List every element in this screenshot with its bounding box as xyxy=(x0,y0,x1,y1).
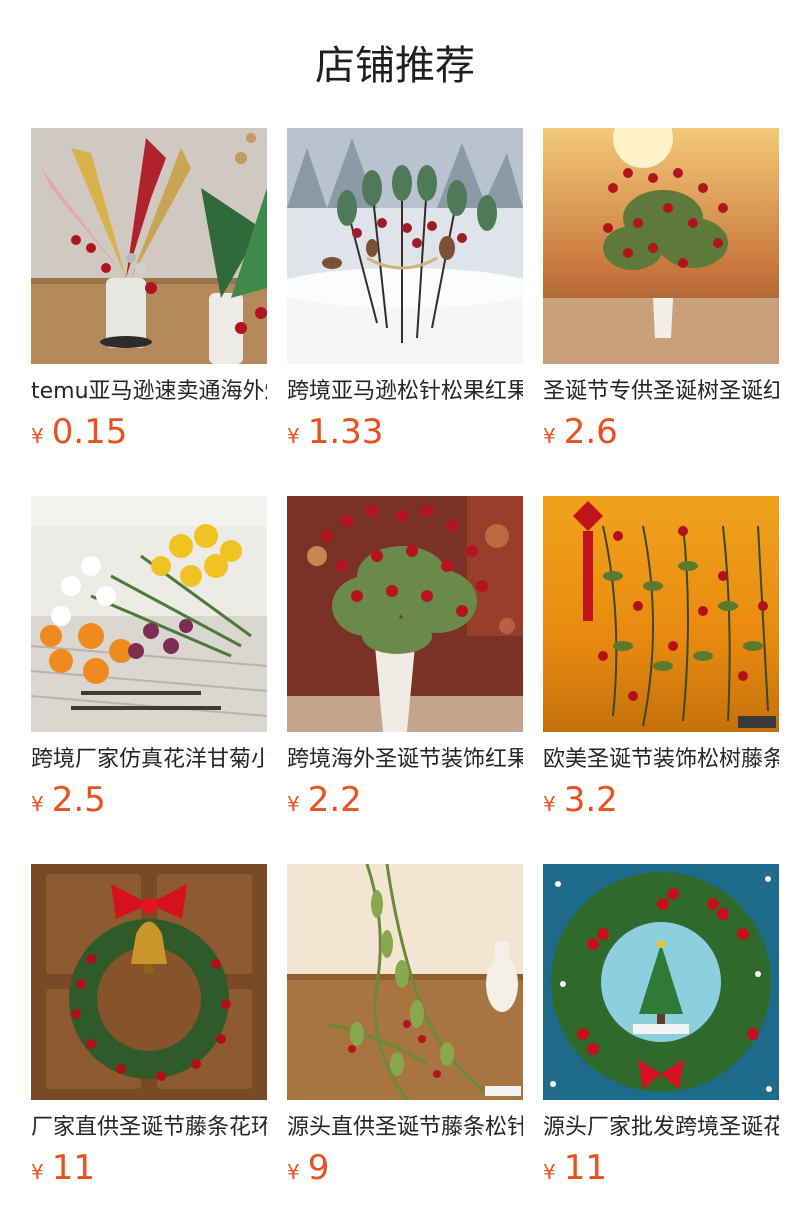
currency-symbol: ¥ xyxy=(543,424,556,448)
product-name[interactable]: 源头厂家批发跨境圣诞花环装饰 xyxy=(543,1113,779,1143)
price-amount: 9 xyxy=(307,1148,330,1188)
price-amount: 3.2 xyxy=(563,780,618,820)
product-image[interactable] xyxy=(31,496,267,732)
product-card[interactable]: 跨境厂家仿真花洋甘菊小雏菊 ¥2.5 xyxy=(31,496,267,864)
product-image[interactable] xyxy=(31,864,267,1100)
product-card[interactable]: 跨境亚马逊松针松果红果圣诞插 ¥1.33 xyxy=(287,128,523,496)
product-price: ¥0.15 xyxy=(31,412,267,452)
product-card[interactable]: 源头直供圣诞节藤条松针挂件 ¥9 xyxy=(287,864,523,1232)
price-amount: 0.15 xyxy=(51,412,128,452)
product-name[interactable]: 源头直供圣诞节藤条松针挂件 xyxy=(287,1113,523,1143)
product-card[interactable]: 欧美圣诞节装饰松树藤条挂件 ¥3.2 xyxy=(543,496,779,864)
product-name[interactable]: 欧美圣诞节装饰松树藤条挂件 xyxy=(543,745,779,775)
product-card[interactable]: 圣诞节专供圣诞树圣诞红果插花 ¥2.6 xyxy=(543,128,779,496)
product-name[interactable]: 厂家直供圣诞节藤条花环铃铛 xyxy=(31,1113,267,1143)
product-price: ¥11 xyxy=(543,1148,779,1188)
product-image[interactable] xyxy=(287,496,523,732)
product-price: ¥3.2 xyxy=(543,780,779,820)
currency-symbol: ¥ xyxy=(31,792,44,816)
currency-symbol: ¥ xyxy=(287,424,300,448)
price-amount: 2.5 xyxy=(51,780,106,820)
product-name[interactable]: 跨境亚马逊松针松果红果圣诞插 xyxy=(287,377,523,407)
price-amount: 2.2 xyxy=(307,780,362,820)
currency-symbol: ¥ xyxy=(543,1160,556,1184)
currency-symbol: ¥ xyxy=(287,792,300,816)
product-image[interactable] xyxy=(543,496,779,732)
product-card[interactable]: temu亚马逊速卖通海外爆款圣诞 ¥0.15 xyxy=(31,128,267,496)
product-name[interactable]: 圣诞节专供圣诞树圣诞红果插花 xyxy=(543,377,779,407)
price-amount: 11 xyxy=(563,1148,607,1188)
product-price: ¥2.2 xyxy=(287,780,523,820)
product-image[interactable] xyxy=(287,128,523,364)
currency-symbol: ¥ xyxy=(31,424,44,448)
product-card[interactable]: 跨境海外圣诞节装饰红果插花 ¥2.2 xyxy=(287,496,523,864)
product-price: ¥11 xyxy=(31,1148,267,1188)
product-price: ¥9 xyxy=(287,1148,523,1188)
product-price: ¥1.33 xyxy=(287,412,523,452)
product-name[interactable]: temu亚马逊速卖通海外爆款圣诞 xyxy=(31,377,267,407)
currency-symbol: ¥ xyxy=(31,1160,44,1184)
price-amount: 2.6 xyxy=(563,412,618,452)
product-grid: temu亚马逊速卖通海外爆款圣诞 ¥0.15 xyxy=(31,128,779,1232)
product-name[interactable]: 跨境海外圣诞节装饰红果插花 xyxy=(287,745,523,775)
product-price: ¥2.5 xyxy=(31,780,267,820)
product-image[interactable] xyxy=(287,864,523,1100)
product-price: ¥2.6 xyxy=(543,412,779,452)
product-image[interactable] xyxy=(543,128,779,364)
product-name[interactable]: 跨境厂家仿真花洋甘菊小雏菊 xyxy=(31,745,267,775)
currency-symbol: ¥ xyxy=(287,1160,300,1184)
product-image[interactable] xyxy=(543,864,779,1100)
price-amount: 11 xyxy=(51,1148,95,1188)
price-amount: 1.33 xyxy=(307,412,384,452)
page-title: 店铺推荐 xyxy=(315,43,475,89)
currency-symbol: ¥ xyxy=(543,792,556,816)
product-card[interactable]: 源头厂家批发跨境圣诞花环装饰 ¥11 xyxy=(543,864,779,1232)
product-image[interactable] xyxy=(31,128,267,364)
product-card[interactable]: 厂家直供圣诞节藤条花环铃铛 ¥11 xyxy=(31,864,267,1232)
